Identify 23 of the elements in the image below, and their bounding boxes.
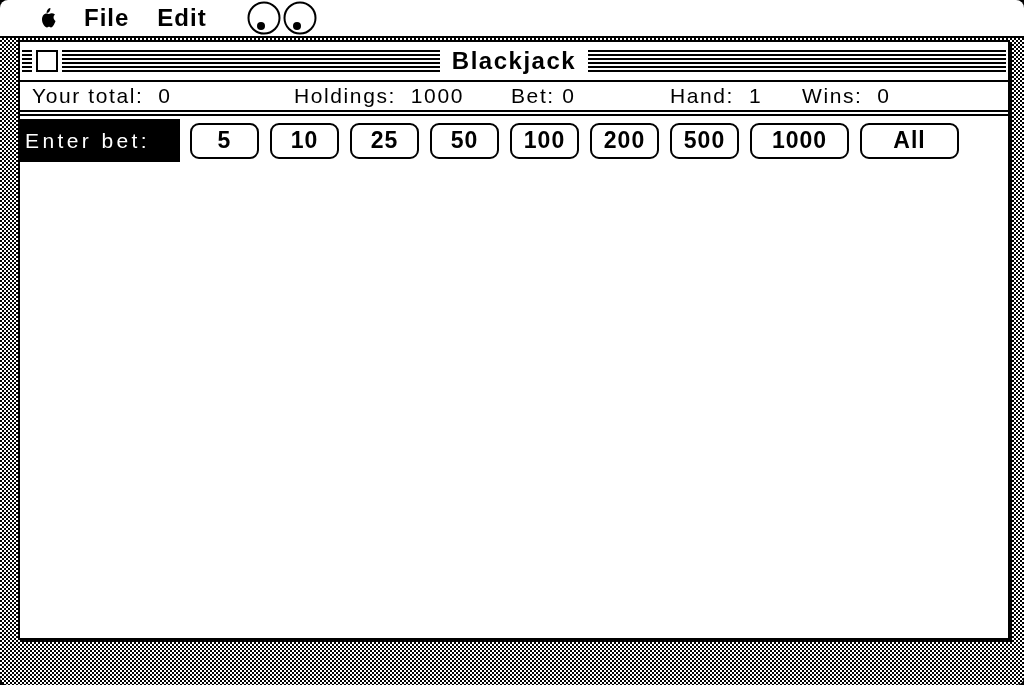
apple-icon[interactable] [40,8,58,28]
bet-button[interactable]: 500 [670,122,739,159]
bet-button[interactable]: 200 [590,122,659,159]
status-text: Wins: 0 [802,83,892,109]
status-text: Your total: 0 [32,83,173,109]
bet-button[interactable]: 5 [190,122,259,159]
status-text: Hand: 1 [670,83,764,109]
menu-title[interactable]: Edit [157,4,207,32]
bet-prompt: Enter bet: [20,119,180,162]
bet-button[interactable]: 100 [510,122,579,159]
title-stripes [22,50,32,72]
bet-button[interactable]: 50 [430,122,499,159]
title-bar[interactable]: Blackjack [20,42,1008,82]
bet-button[interactable]: 25 [350,122,419,159]
bet-button[interactable]: 10 [270,122,339,159]
menu-title[interactable]: File [84,4,130,32]
bet-button[interactable]: All [860,122,959,159]
status-text: Bet: 0 [511,83,577,109]
eyes-icon[interactable] [246,1,317,35]
close-box[interactable] [36,50,58,72]
bet-button[interactable]: 1000 [750,122,849,159]
status-text: Holdings: 1000 [294,83,465,109]
window-title: Blackjack [450,47,578,75]
